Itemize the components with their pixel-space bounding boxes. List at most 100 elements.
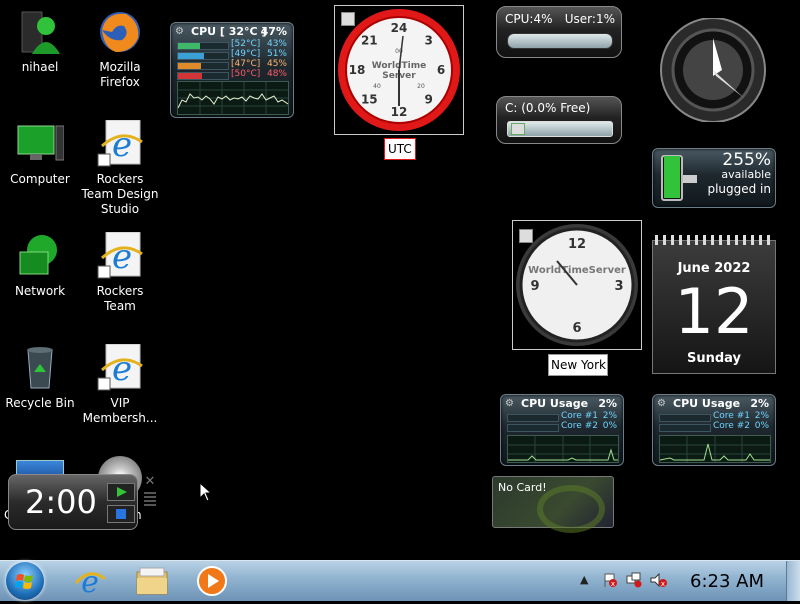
utc-label: UTC [388, 142, 412, 156]
desktop-icon-recycle-bin[interactable]: Recycle Bin [0, 344, 80, 411]
gadget-close-icon[interactable]: ✕ [142, 474, 158, 490]
nvidia-status: No Card! [498, 481, 547, 494]
calendar-gadget[interactable]: June 2022 12 Sunday [652, 235, 776, 374]
internet-explorer-shortcut-icon: e [96, 343, 144, 392]
wrench-icon: ⚙ [175, 26, 184, 37]
cpu-core-percent: 43% [266, 39, 287, 49]
utc-hour-number: 9 [425, 93, 433, 107]
cpu-core-temp: [50°C] [231, 69, 261, 79]
utc-minute-number: 40 [373, 83, 381, 90]
internet-explorer-shortcut-icon: e [96, 231, 144, 280]
network-icon [16, 232, 64, 280]
svg-text:e: e [81, 565, 99, 597]
media-player-icon [197, 566, 227, 596]
internet-explorer-icon: e [74, 565, 106, 597]
windows-logo-icon [15, 574, 33, 589]
calendar-month-year: June 2022 [677, 261, 751, 276]
cpu-meter-gadget[interactable]: ⚙ CPU [ 32°C ] 47% [52°C] 43% [49°C] 51% [47… [170, 22, 294, 118]
cpu-usage-graph [507, 435, 619, 463]
timer-value: 2:00 [25, 483, 97, 521]
desktop-icon-computer[interactable]: Computer [0, 120, 80, 187]
volume-muted-icon[interactable]: x [650, 572, 668, 588]
cpu-usage-gadget-2[interactable]: ⚙ CPU Usage 2% Core #1 2% Core #2 0% [652, 394, 776, 466]
desktop-icon-label: nihael [21, 60, 59, 74]
cpu-core-4-bar [177, 72, 229, 80]
desktop-icon-firefox[interactable]: Mozilla Firefox [80, 8, 160, 90]
utc-minute-number: 20 [417, 83, 425, 90]
cpu-meter-total: 47% [260, 25, 287, 38]
core-1-name: Core #1 [561, 411, 598, 421]
cpu-core-bar-fill [178, 63, 201, 69]
disk-label: C: (0.0% Free) [505, 101, 591, 115]
start-button[interactable] [6, 562, 44, 600]
ny-hour-number: 6 [572, 321, 581, 336]
network-tray-icon[interactable] [626, 572, 642, 588]
newyork-label-box: New York [548, 354, 608, 376]
core-2-name: Core #2 [713, 421, 750, 431]
cpu-core-3-bar [177, 62, 229, 70]
desktop-icon-rockers-team[interactable]: e Rockers Team [80, 231, 160, 314]
cpu-core-bar-fill [178, 43, 200, 49]
svg-text:e: e [112, 125, 132, 165]
cpu-user-gadget[interactable]: CPU:4% User:1% [496, 6, 622, 58]
battery-gadget[interactable]: 255% available plugged in [652, 148, 776, 208]
firefox-icon [96, 8, 144, 56]
newyork-clock-gadget[interactable]: 12 3 6 9 WorldTimeServer [512, 220, 642, 350]
core-1-name: Core #1 [713, 411, 750, 421]
nvidia-gadget[interactable]: No Card! [492, 476, 614, 533]
taskbar-clock[interactable]: 6:23 AM [690, 571, 764, 592]
show-desktop-button[interactable] [786, 561, 800, 601]
windows-explorer-icon [136, 567, 168, 595]
desktop-icon-network[interactable]: Network [0, 232, 80, 299]
desktop-icon-nihael[interactable]: nihael [0, 8, 80, 75]
core-1-pct: 2% [754, 411, 769, 421]
cpu-usage-gadget-1[interactable]: ⚙ CPU Usage 2% Core #1 2% Core #2 0% [500, 394, 624, 466]
core-2-name: Core #2 [561, 421, 598, 431]
nvidia-logo-icon [537, 485, 605, 533]
cpu-core-temp: [47°C] [231, 59, 261, 69]
utc-hour-number: 6 [437, 63, 445, 77]
wrench-icon: ⚙ [505, 398, 514, 409]
taskbar-media-player[interactable] [186, 564, 238, 598]
internet-explorer-shortcut-icon: e [96, 119, 144, 168]
utc-hour-number: 12 [391, 105, 408, 119]
mouse-cursor-icon [199, 482, 213, 502]
desktop-icon-label: Computer [10, 172, 70, 186]
taskbar-windows-explorer[interactable] [126, 564, 178, 598]
desktop-icon-vip-membership[interactable]: e VIP Membersh... [80, 343, 160, 426]
taskbar-internet-explorer[interactable]: e [64, 564, 116, 598]
utc-hour-number: 15 [361, 93, 378, 107]
plug-icon [683, 175, 697, 183]
utc-clock-face: 2436912151821002040WorldTimeServer [338, 9, 460, 131]
action-center-flag-icon[interactable]: x [602, 572, 618, 588]
utc-hour-number: 24 [391, 21, 408, 35]
core-2-bar [507, 424, 559, 432]
ny-brand: WorldTimeServer [528, 265, 626, 276]
core-1-bar [659, 414, 711, 422]
svg-text:e: e [112, 349, 132, 389]
cpu-usage-title: CPU Usage [673, 397, 741, 410]
desktop-icon-label: Rockers Team Design Studio [81, 172, 159, 216]
cpu-core-2-bar [177, 52, 229, 60]
cpu-user-bar [507, 33, 613, 49]
cpu-core-bar-fill [178, 53, 204, 59]
svg-text:e: e [112, 237, 132, 277]
cpu-usage-graph [659, 435, 771, 463]
timer-gadget[interactable]: 2:00 [8, 474, 138, 530]
disk-gadget[interactable]: C: (0.0% Free) [496, 96, 622, 144]
desktop-icon-rockers-design-studio[interactable]: e Rockers Team Design Studio [80, 119, 160, 217]
cpu-history-graph [177, 81, 289, 115]
desktop-icon-label: VIP Membersh... [82, 396, 158, 425]
cpu-core-percent: 51% [266, 49, 287, 59]
utc-clock-gadget[interactable]: 2436912151821002040WorldTimeServer [334, 5, 464, 135]
volume-knob-gadget[interactable] [652, 17, 774, 123]
stop-icon[interactable] [107, 505, 135, 523]
cpu-usage-title: CPU Usage [521, 397, 589, 410]
show-hidden-icons-chevron[interactable]: ▲ [580, 573, 588, 586]
user-folder-icon [16, 8, 64, 56]
broken-image-icon [511, 123, 525, 135]
gadget-drag-handle[interactable] [144, 492, 156, 508]
utc-hour-number: 3 [425, 33, 433, 47]
play-icon[interactable] [107, 483, 135, 501]
recycle-bin-icon [16, 344, 64, 392]
